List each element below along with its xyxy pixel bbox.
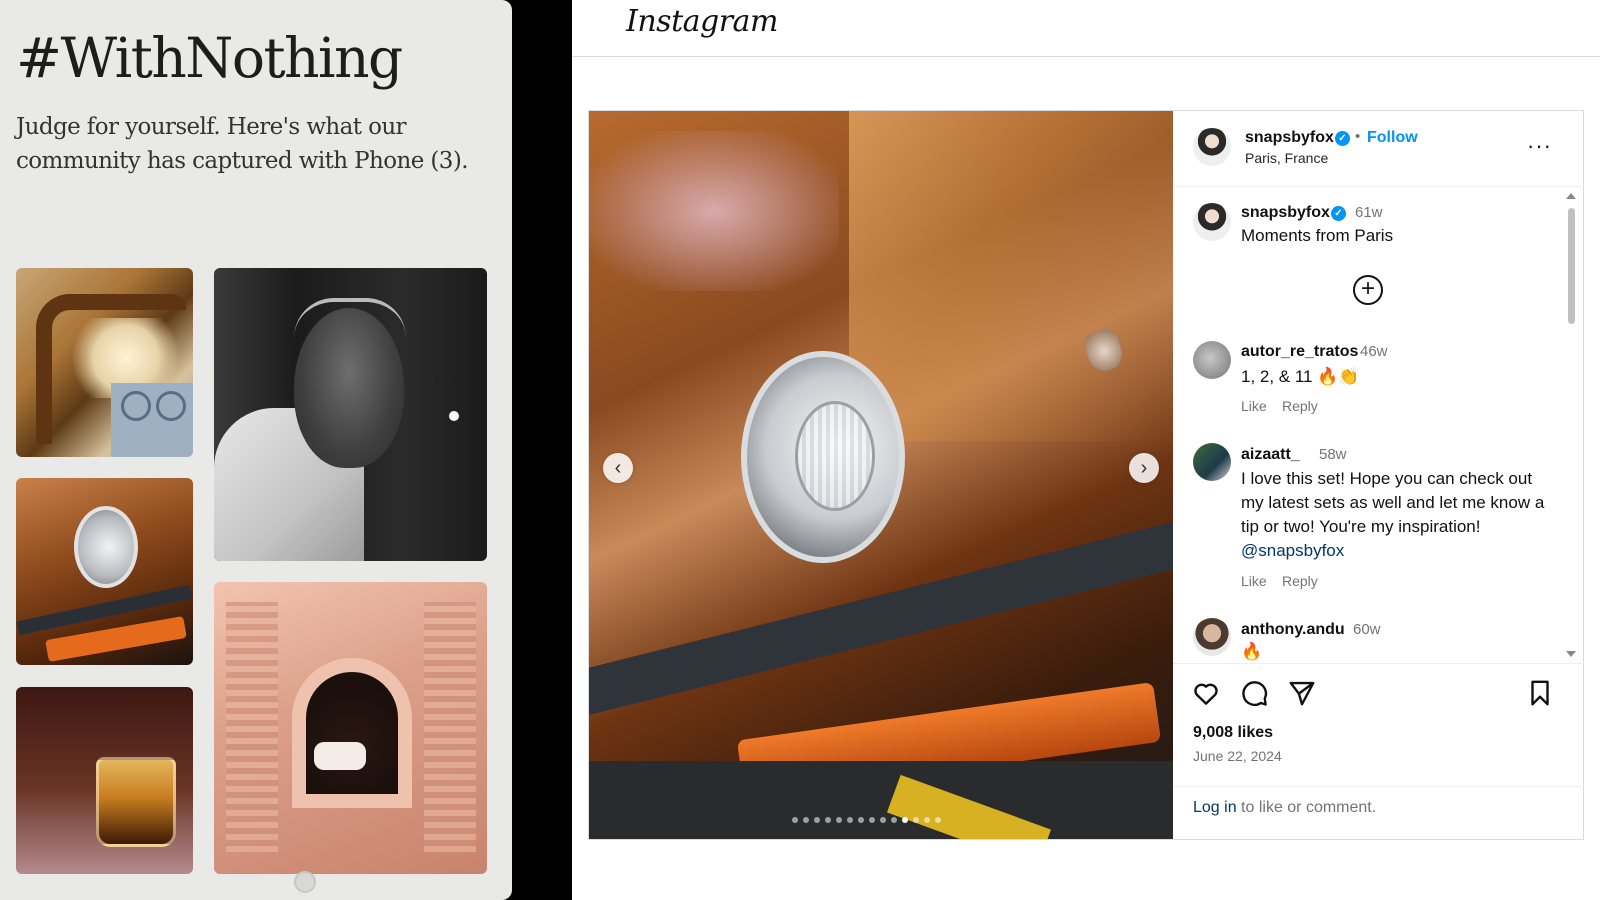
comment-body: I love this set! Hope you can check out … [1241, 469, 1545, 536]
caption-age: 61w [1355, 204, 1383, 221]
comment-reply-button[interactable]: Reply [1282, 398, 1318, 414]
author-username[interactable]: snapsbyfox [1245, 129, 1334, 147]
photo-glass-drink [16, 687, 193, 874]
carousel-dot [924, 817, 930, 823]
comment-reply-button[interactable]: Reply [1282, 573, 1318, 589]
promo-tagline: Judge for yourself. Here's what our comm… [16, 114, 469, 174]
comment-avatar[interactable] [1193, 443, 1231, 481]
instagram-logo[interactable]: Instagram [626, 4, 778, 39]
carousel-dot [902, 817, 908, 823]
post-header: snapsbyfox ✓ • Follow Paris, France ··· [1173, 111, 1584, 187]
separator-dot: • [1355, 128, 1361, 145]
comment-text: 1, 2, & 11 🔥👏 [1241, 367, 1360, 386]
comment-username[interactable]: aizaatt_ [1241, 446, 1300, 464]
carousel-dot [891, 817, 897, 823]
post-location[interactable]: Paris, France [1245, 150, 1328, 166]
comment-text: 🔥 [1241, 642, 1263, 661]
bookmark-icon[interactable] [1525, 678, 1555, 708]
comment-like-button[interactable]: Like [1241, 398, 1267, 414]
photo-carved-window [214, 582, 487, 874]
comment-text: I love this set! Hope you can check out … [1241, 467, 1551, 563]
comment-username[interactable]: autor_re_tratos [1241, 343, 1358, 361]
comment-age: 46w [1360, 343, 1388, 360]
likes-count[interactable]: 9,008 likes [1193, 724, 1273, 742]
carousel-dot [792, 817, 798, 823]
photo-staircase [16, 268, 193, 457]
comment-avatar[interactable] [1193, 341, 1231, 379]
caption-avatar[interactable] [1193, 203, 1231, 241]
comments-list: snapsbyfox ✓ 61w Moments from Paris + au… [1173, 188, 1584, 663]
verified-badge-icon: ✓ [1335, 131, 1350, 146]
login-prompt-text: to like or comment. [1236, 799, 1377, 816]
caption-username[interactable]: snapsbyfox [1241, 204, 1330, 222]
divider [1173, 786, 1584, 787]
promo-panel: #WithNothing Judge for yourself. Here's … [0, 0, 512, 900]
comment-username[interactable]: anthony.andu [1241, 621, 1345, 639]
comment-avatar[interactable] [1193, 618, 1231, 656]
scroll-down-icon[interactable] [1566, 651, 1576, 657]
carousel-prev-button[interactable]: ‹ [603, 453, 633, 483]
comment-like-button[interactable]: Like [1241, 573, 1267, 589]
carousel-dot [847, 817, 853, 823]
scroll-up-icon[interactable] [1566, 193, 1576, 199]
carousel-dot [869, 817, 875, 823]
author-avatar[interactable] [1193, 128, 1231, 166]
comment-age: 58w [1319, 446, 1347, 463]
post-date: June 22, 2024 [1193, 748, 1282, 764]
post-media[interactable]: ‹ › [589, 111, 1173, 839]
heart-icon[interactable] [1191, 678, 1221, 708]
carousel-dot [825, 817, 831, 823]
login-link[interactable]: Log in [1193, 799, 1237, 816]
carousel-dot [880, 817, 886, 823]
carousel-dot [803, 817, 809, 823]
instagram-page: Instagram ‹ › snapsbyfox ✓ • Follow Pari… [572, 0, 1600, 900]
share-icon[interactable] [1287, 678, 1317, 708]
chevron-right-icon: › [1140, 456, 1148, 479]
carousel-dots [792, 817, 941, 823]
carousel-dot [858, 817, 864, 823]
post-sidebar: snapsbyfox ✓ • Follow Paris, France ··· … [1173, 111, 1584, 839]
post-actions: 9,008 likes June 22, 2024 Log in to like… [1173, 663, 1584, 839]
login-prompt: Log in to like or comment. [1193, 799, 1376, 817]
scroll-thumb[interactable] [1568, 208, 1575, 324]
comment-mention-link[interactable]: @snapsbyfox [1241, 541, 1344, 560]
promo-hashtag: #WithNothing [16, 26, 403, 90]
comment-icon[interactable] [1239, 678, 1269, 708]
scroll-indicator[interactable] [294, 871, 316, 893]
photo-car-headlight [16, 478, 193, 665]
chevron-left-icon: ‹ [614, 456, 622, 479]
carousel-dot [814, 817, 820, 823]
carousel-dot [836, 817, 842, 823]
photo-portrait [214, 268, 487, 561]
carousel-next-button[interactable]: › [1129, 453, 1159, 483]
carousel-dot [913, 817, 919, 823]
comment-age: 60w [1353, 621, 1381, 638]
caption-text: Moments from Paris [1241, 226, 1394, 245]
post-card: ‹ › snapsbyfox ✓ • Follow Paris, France … [588, 110, 1584, 840]
top-header: Instagram [572, 0, 1600, 57]
carousel-dot [935, 817, 941, 823]
more-options-icon[interactable]: ··· [1527, 133, 1552, 159]
plus-circle-icon[interactable]: + [1353, 275, 1383, 305]
car-headlamp [741, 351, 905, 563]
comments-scrollbar[interactable] [1566, 193, 1576, 657]
follow-button[interactable]: Follow [1367, 129, 1418, 147]
verified-badge-icon: ✓ [1331, 206, 1346, 221]
